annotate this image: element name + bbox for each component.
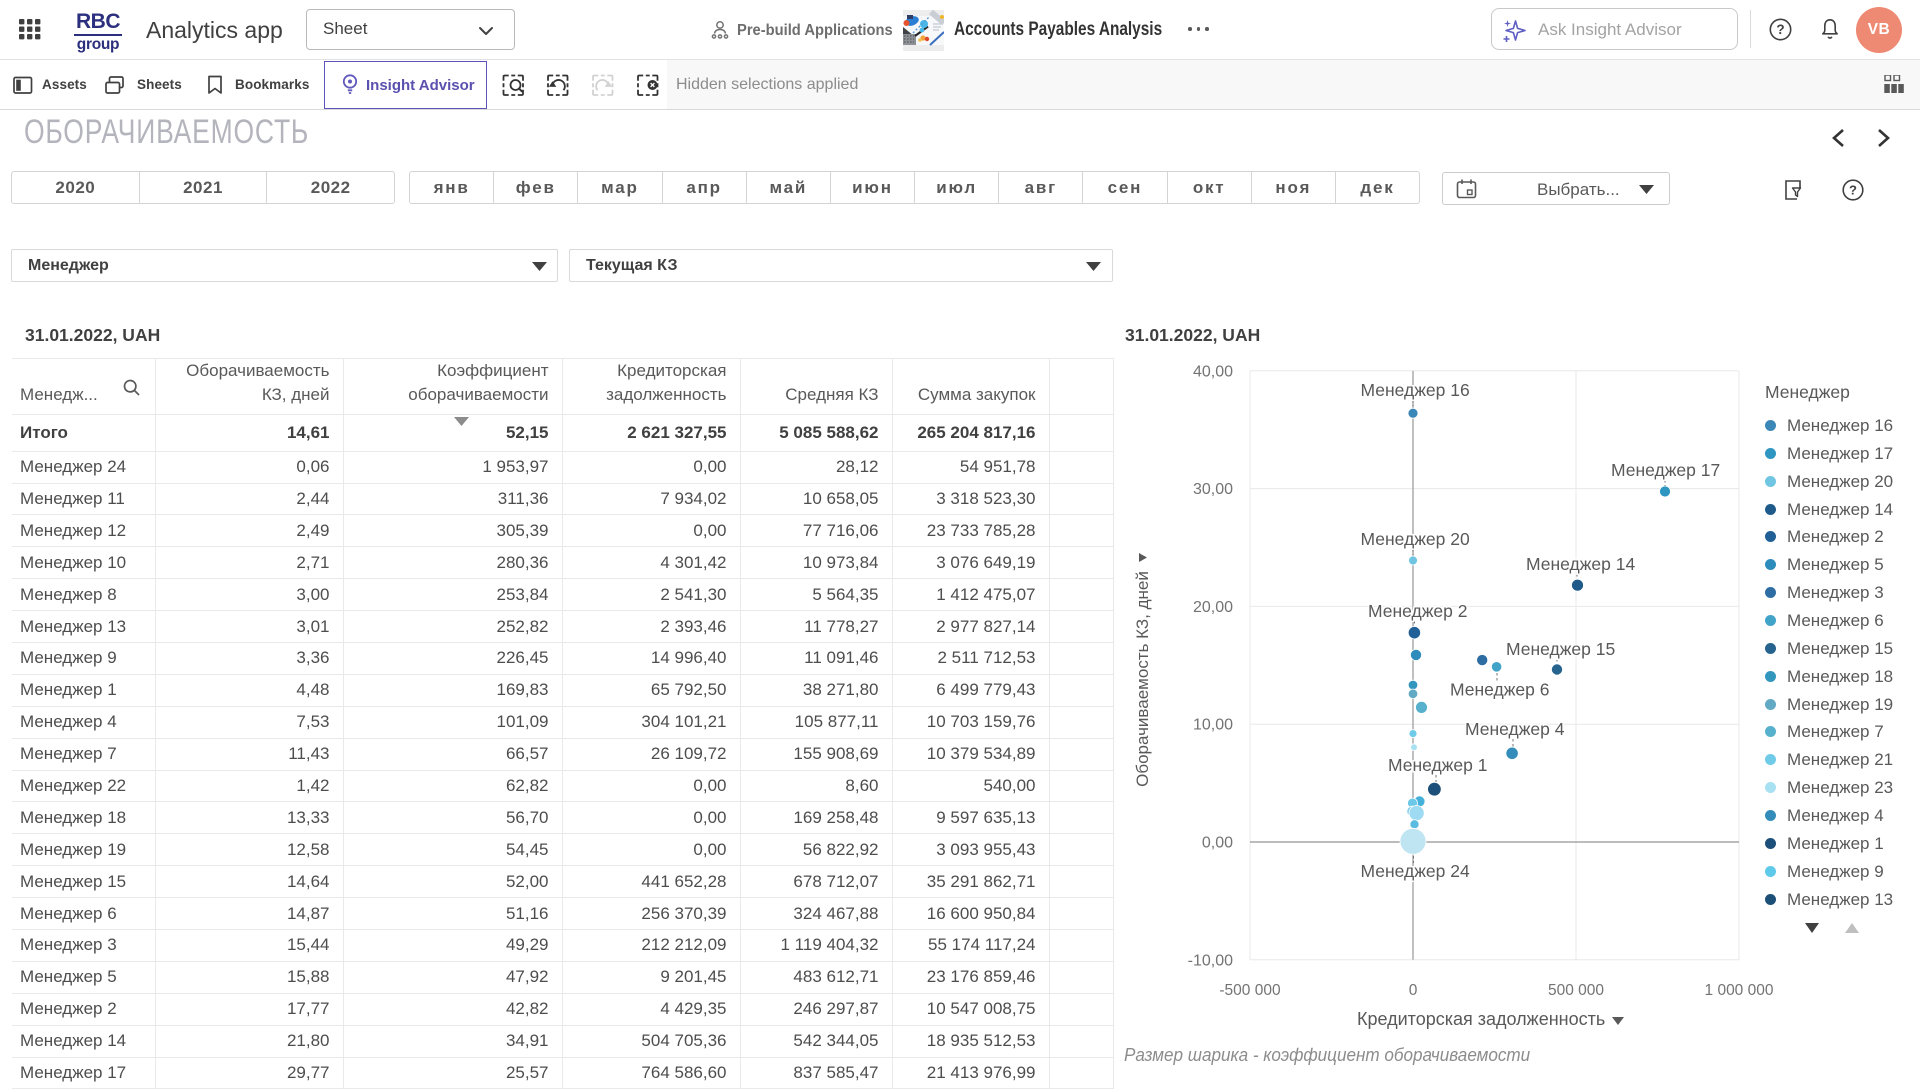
svg-text:Менеджер 1: Менеджер 1 xyxy=(1388,755,1488,775)
svg-text:20,00: 20,00 xyxy=(1193,599,1233,616)
svg-text:?: ? xyxy=(1776,22,1784,37)
svg-text:30,00: 30,00 xyxy=(1193,481,1233,498)
svg-text:0,00: 0,00 xyxy=(1202,835,1233,852)
svg-text:1 000 000: 1 000 000 xyxy=(1705,982,1774,999)
svg-text:Менеджер 16: Менеджер 16 xyxy=(1361,380,1470,400)
svg-text:10,00: 10,00 xyxy=(1193,717,1233,734)
svg-text:-500 000: -500 000 xyxy=(1219,982,1281,999)
svg-text:Менеджер 6: Менеджер 6 xyxy=(1450,680,1550,700)
svg-text:Менеджер 14: Менеджер 14 xyxy=(1526,554,1635,574)
svg-text:Менеджер 20: Менеджер 20 xyxy=(1361,529,1470,549)
svg-text:Менеджер 15: Менеджер 15 xyxy=(1506,639,1615,659)
svg-text:Менеджер 17: Менеджер 17 xyxy=(1611,460,1720,480)
svg-text:Менеджер 2: Менеджер 2 xyxy=(1368,601,1468,621)
svg-text:Кредиторская задолженность: Кредиторская задолженность xyxy=(1357,1009,1605,1029)
svg-text:-10,00: -10,00 xyxy=(1188,952,1233,969)
svg-text:0: 0 xyxy=(1409,982,1418,999)
svg-text:500 000: 500 000 xyxy=(1548,982,1604,999)
svg-text:Менеджер 4: Менеджер 4 xyxy=(1465,719,1565,739)
svg-text:40,00: 40,00 xyxy=(1193,363,1233,380)
svg-text:Менеджер 24: Менеджер 24 xyxy=(1361,861,1470,881)
svg-text:Оборачиваемость КЗ, дней: Оборачиваемость КЗ, дней xyxy=(1133,571,1152,787)
svg-text:?: ? xyxy=(1849,183,1857,198)
